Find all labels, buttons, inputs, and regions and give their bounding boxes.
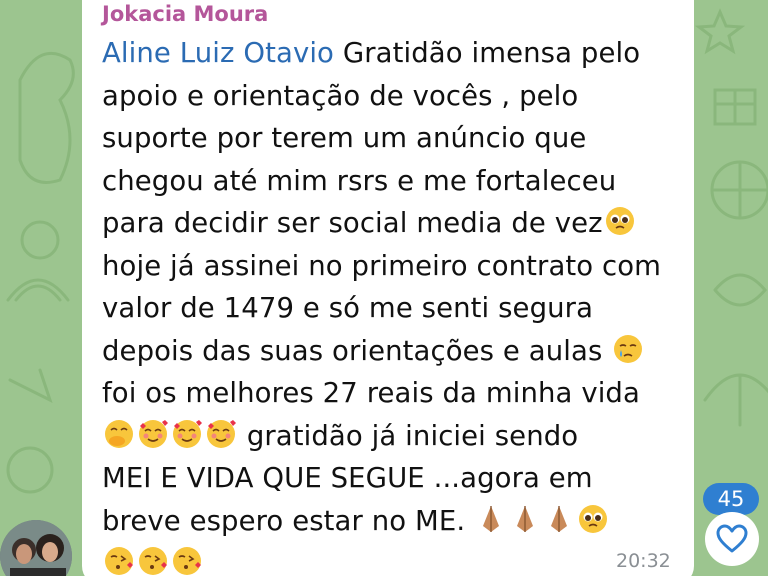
folded-hands-icon: [551, 505, 568, 532]
message-line-11: MEI E VIDA QUE SEGUE ...agora em: [102, 462, 593, 494]
folded-hands-icon: [483, 505, 500, 532]
doodle-leaf: [713, 273, 767, 307]
doodle-umbrella: [703, 373, 768, 427]
pleading-face-icon: [579, 504, 608, 533]
doodle-dinosaur: [18, 51, 75, 184]
message-line-9: foi os melhores 27 reais da minha vida: [102, 377, 640, 409]
face-holding-back-tears-icon: [614, 334, 643, 363]
folded-hands-icon: [517, 505, 534, 532]
face-blowing-kiss-icon: [173, 547, 201, 575]
message-line-4: chegou até mim rsrs e me fortaleceu: [102, 164, 617, 197]
message-line-12: breve espero estar no ME.: [102, 500, 687, 543]
message-line-1: Aline Luiz Otavio Gratidão imensa pelo: [102, 37, 641, 69]
face-blowing-kiss-icon: [139, 547, 167, 575]
message-line-2: apoio e orientação de vocês , pelo: [102, 79, 579, 112]
smiling-face-with-hearts-icon: [139, 419, 168, 448]
reaction-button[interactable]: [705, 512, 759, 566]
message-line-7: valor de 1479 e só me senti segura: [102, 292, 594, 324]
doodle-rainbow: [6, 278, 70, 302]
message-line-8: depois das suas orientações e aulas: [102, 330, 687, 373]
doodle-arrow: [8, 368, 53, 403]
message-line-6: hoje já assinei no primeiro contrato com: [102, 249, 662, 282]
smiling-face-with-hearts-icon: [207, 419, 236, 448]
face-blowing-kiss-icon: [105, 547, 133, 575]
doodle-gift: [713, 88, 757, 126]
message-line-10: gratidão já iniciei sendo: [102, 415, 687, 458]
sender-name[interactable]: Jokacia Moura: [102, 2, 268, 26]
message-line-3: suporte por terem um anúncio que: [102, 122, 587, 154]
doodle-star: [694, 8, 746, 55]
message-line-5: para decidir ser social media de vez: [102, 202, 687, 245]
unread-count-badge[interactable]: 45: [703, 483, 759, 515]
pleading-face-icon: [605, 207, 634, 235]
heart-icon: [716, 524, 748, 553]
doodle-circle: [20, 220, 60, 260]
message-text: Aline Luiz Otavio Gratidão imensa pelo a…: [102, 32, 687, 576]
message-line-13: [102, 542, 687, 576]
hand-over-mouth-icon: [105, 419, 133, 448]
mention-link[interactable]: Aline Luiz Otavio: [102, 37, 334, 69]
doodle-ball: [6, 446, 54, 494]
smiling-face-with-hearts-icon: [173, 419, 202, 448]
message-timestamp: 20:32: [616, 550, 671, 572]
